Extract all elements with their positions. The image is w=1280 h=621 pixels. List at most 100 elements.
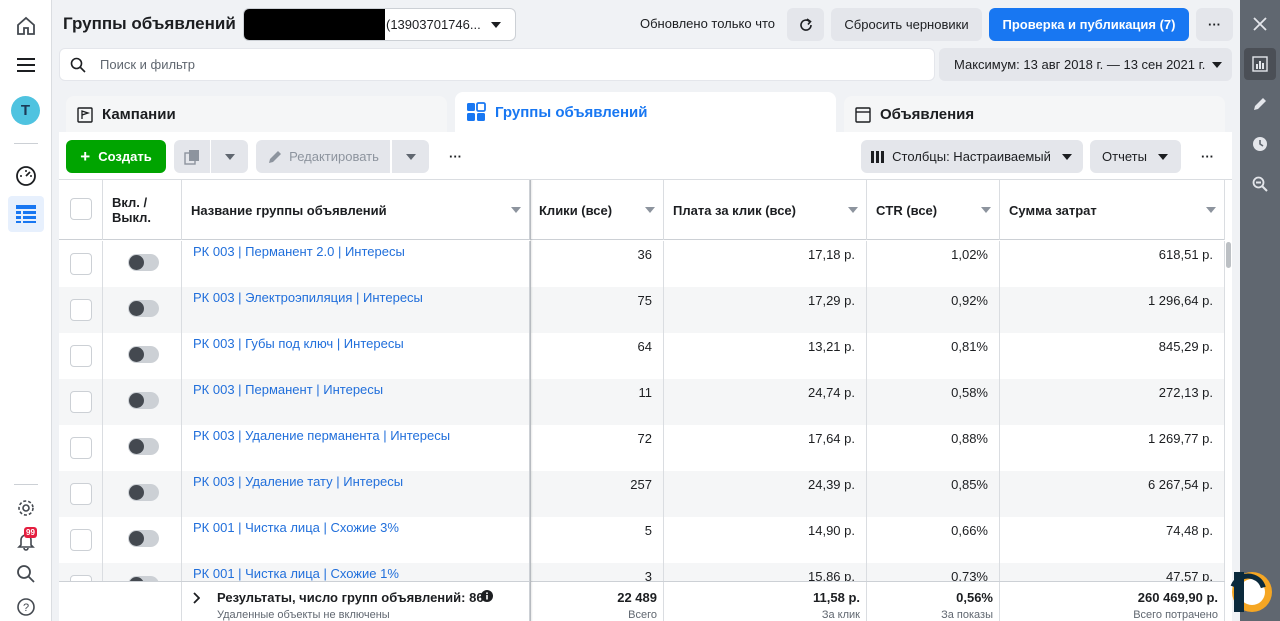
help-icon[interactable]: ? — [12, 593, 40, 621]
row-name-cell: РК 003 | Перманент | Интересы — [182, 379, 531, 425]
row-name-cell: РК 001 | Чистка лица | Схожие 3% — [182, 517, 531, 563]
ad-set-name-link[interactable]: РК 003 | Перманент 2.0 | Интересы — [193, 244, 405, 259]
columns-button[interactable]: Столбцы: Настраиваемый — [861, 140, 1083, 173]
account-selector[interactable]: (13903701746... — [243, 8, 516, 41]
floating-widget-logo[interactable] — [1226, 566, 1274, 618]
ad-set-name-link[interactable]: РК 003 | Удаление тату | Интересы — [193, 474, 403, 489]
pencil-icon — [269, 150, 282, 163]
on-off-toggle[interactable] — [128, 254, 159, 271]
row-toggle-cell — [103, 563, 182, 582]
column-header-spend[interactable]: Сумма затрат — [1000, 180, 1225, 240]
ctr-cell: 0,81% — [867, 333, 1000, 379]
on-off-toggle[interactable] — [128, 346, 159, 363]
column-header-ctr[interactable]: CTR (все) — [867, 180, 1000, 240]
edit-dropdown-button[interactable] — [392, 140, 429, 173]
dashboard-gauge-icon[interactable] — [12, 162, 40, 190]
on-off-toggle[interactable] — [128, 530, 159, 547]
reports-button[interactable]: Отчеты — [1090, 140, 1181, 173]
duplicate-icon — [184, 149, 199, 165]
table-row: РК 003 | Перманент 2.0 | Интересы 36 17,… — [59, 241, 1225, 287]
close-icon[interactable] — [1244, 8, 1276, 40]
tab-ads[interactable]: Объявления — [844, 96, 1225, 132]
row-toggle-cell — [103, 287, 182, 333]
date-range-picker[interactable]: Максимум: 13 авг 2018 г. — 13 сен 2021 г… — [939, 48, 1232, 81]
publish-button[interactable]: Проверка и публикация (7) — [989, 8, 1189, 41]
select-all-checkbox[interactable] — [70, 198, 92, 220]
row-checkbox[interactable] — [70, 345, 92, 367]
home-icon[interactable] — [12, 12, 40, 40]
ads-manager-table-icon[interactable] — [8, 196, 44, 232]
toolbar-more-button[interactable]: ··· — [437, 140, 474, 173]
chevron-right-icon[interactable] — [192, 592, 200, 604]
right-side-panel — [1240, 0, 1280, 621]
row-checkbox[interactable] — [70, 391, 92, 413]
chevron-down-icon — [1061, 153, 1072, 160]
totals-sublabel: Удаленные объекты не включены — [217, 609, 390, 621]
settings-gear-icon[interactable] — [12, 494, 40, 522]
row-checkbox[interactable] — [70, 437, 92, 459]
menu-icon[interactable] — [12, 51, 40, 79]
tab-ad-sets[interactable]: Группы объявлений — [455, 92, 836, 134]
tab-campaigns[interactable]: Кампании — [66, 96, 447, 132]
ad-set-name-link[interactable]: РК 001 | Чистка лица | Схожие 1% — [193, 566, 399, 581]
ad-set-name-link[interactable]: РК 001 | Чистка лица | Схожие 3% — [193, 520, 399, 535]
left-navigation: T 99 ? — [0, 0, 52, 621]
avatar[interactable]: T — [11, 96, 40, 125]
inspect-magnifier-icon[interactable] — [1244, 168, 1276, 200]
spend-cell: 1 296,64 р. — [1000, 287, 1225, 333]
on-off-toggle[interactable] — [128, 484, 159, 501]
sort-caret-icon — [981, 207, 991, 213]
tab-label: Объявления — [880, 106, 975, 123]
row-checkbox[interactable] — [70, 299, 92, 321]
row-select-cell — [59, 333, 103, 379]
duplicate-button[interactable] — [174, 140, 210, 173]
chevron-down-icon — [1212, 62, 1222, 68]
ctr-cell: 0,88% — [867, 425, 1000, 471]
ad-set-name-link[interactable]: РК 003 | Губы под ключ | Интересы — [193, 336, 404, 351]
more-options-button[interactable]: ··· — [1196, 8, 1233, 41]
column-header-cpc[interactable]: Плата за клик (все) — [664, 180, 867, 240]
create-button[interactable]: + Создать — [66, 140, 166, 173]
refresh-button[interactable] — [787, 8, 824, 41]
on-off-toggle[interactable] — [128, 300, 159, 317]
search-icon[interactable] — [12, 560, 40, 588]
column-header-label: Клики (все) — [539, 202, 613, 218]
row-checkbox[interactable] — [70, 529, 92, 551]
column-header-clicks[interactable]: Клики (все) — [531, 180, 664, 240]
table-scrollbar[interactable] — [1225, 240, 1232, 581]
row-checkbox[interactable] — [70, 483, 92, 505]
on-off-toggle[interactable] — [128, 392, 159, 409]
spend-cell: 74,48 р. — [1000, 517, 1225, 563]
pencil-icon[interactable] — [1244, 88, 1276, 120]
edit-button[interactable]: Редактировать — [256, 140, 390, 173]
chart-icon[interactable] — [1244, 48, 1276, 80]
column-header-label: Название группы объявлений — [191, 202, 387, 218]
row-checkbox[interactable] — [70, 253, 92, 275]
row-toggle-cell — [103, 333, 182, 379]
search-icon — [70, 57, 86, 73]
chevron-down-icon — [491, 22, 501, 28]
column-header-name[interactable]: Название группы объявлений — [182, 180, 531, 240]
info-icon[interactable] — [481, 590, 493, 602]
ad-set-name-link[interactable]: РК 003 | Удаление перманента | Интересы — [193, 428, 450, 443]
sort-caret-icon — [511, 207, 521, 213]
ad-sets-grid-icon — [467, 102, 486, 121]
ad-set-name-link[interactable]: РК 003 | Электроэпиляция | Интересы — [193, 290, 423, 305]
toolbar-more-right-button[interactable]: ··· — [1189, 140, 1226, 173]
duplicate-dropdown-button[interactable] — [211, 140, 248, 173]
nav-divider — [14, 484, 38, 485]
spend-cell: 618,51 р. — [1000, 241, 1225, 287]
column-header-toggle[interactable]: Вкл. / Выкл. — [103, 180, 182, 240]
scrollbar-thumb[interactable] — [1226, 242, 1231, 268]
history-clock-icon[interactable] — [1244, 128, 1276, 160]
clicks-cell: 72 — [531, 425, 664, 471]
clicks-cell: 257 — [531, 471, 664, 517]
row-toggle-cell — [103, 425, 182, 471]
cpc-cell: 17,64 р. — [664, 425, 867, 471]
ad-set-name-link[interactable]: РК 003 | Перманент | Интересы — [193, 382, 383, 397]
discard-drafts-button[interactable]: Сбросить черновики — [831, 8, 982, 41]
row-name-cell: РК 003 | Губы под ключ | Интересы — [182, 333, 531, 379]
cpc-cell: 24,39 р. — [664, 471, 867, 517]
search-input[interactable] — [100, 49, 920, 80]
on-off-toggle[interactable] — [128, 438, 159, 455]
